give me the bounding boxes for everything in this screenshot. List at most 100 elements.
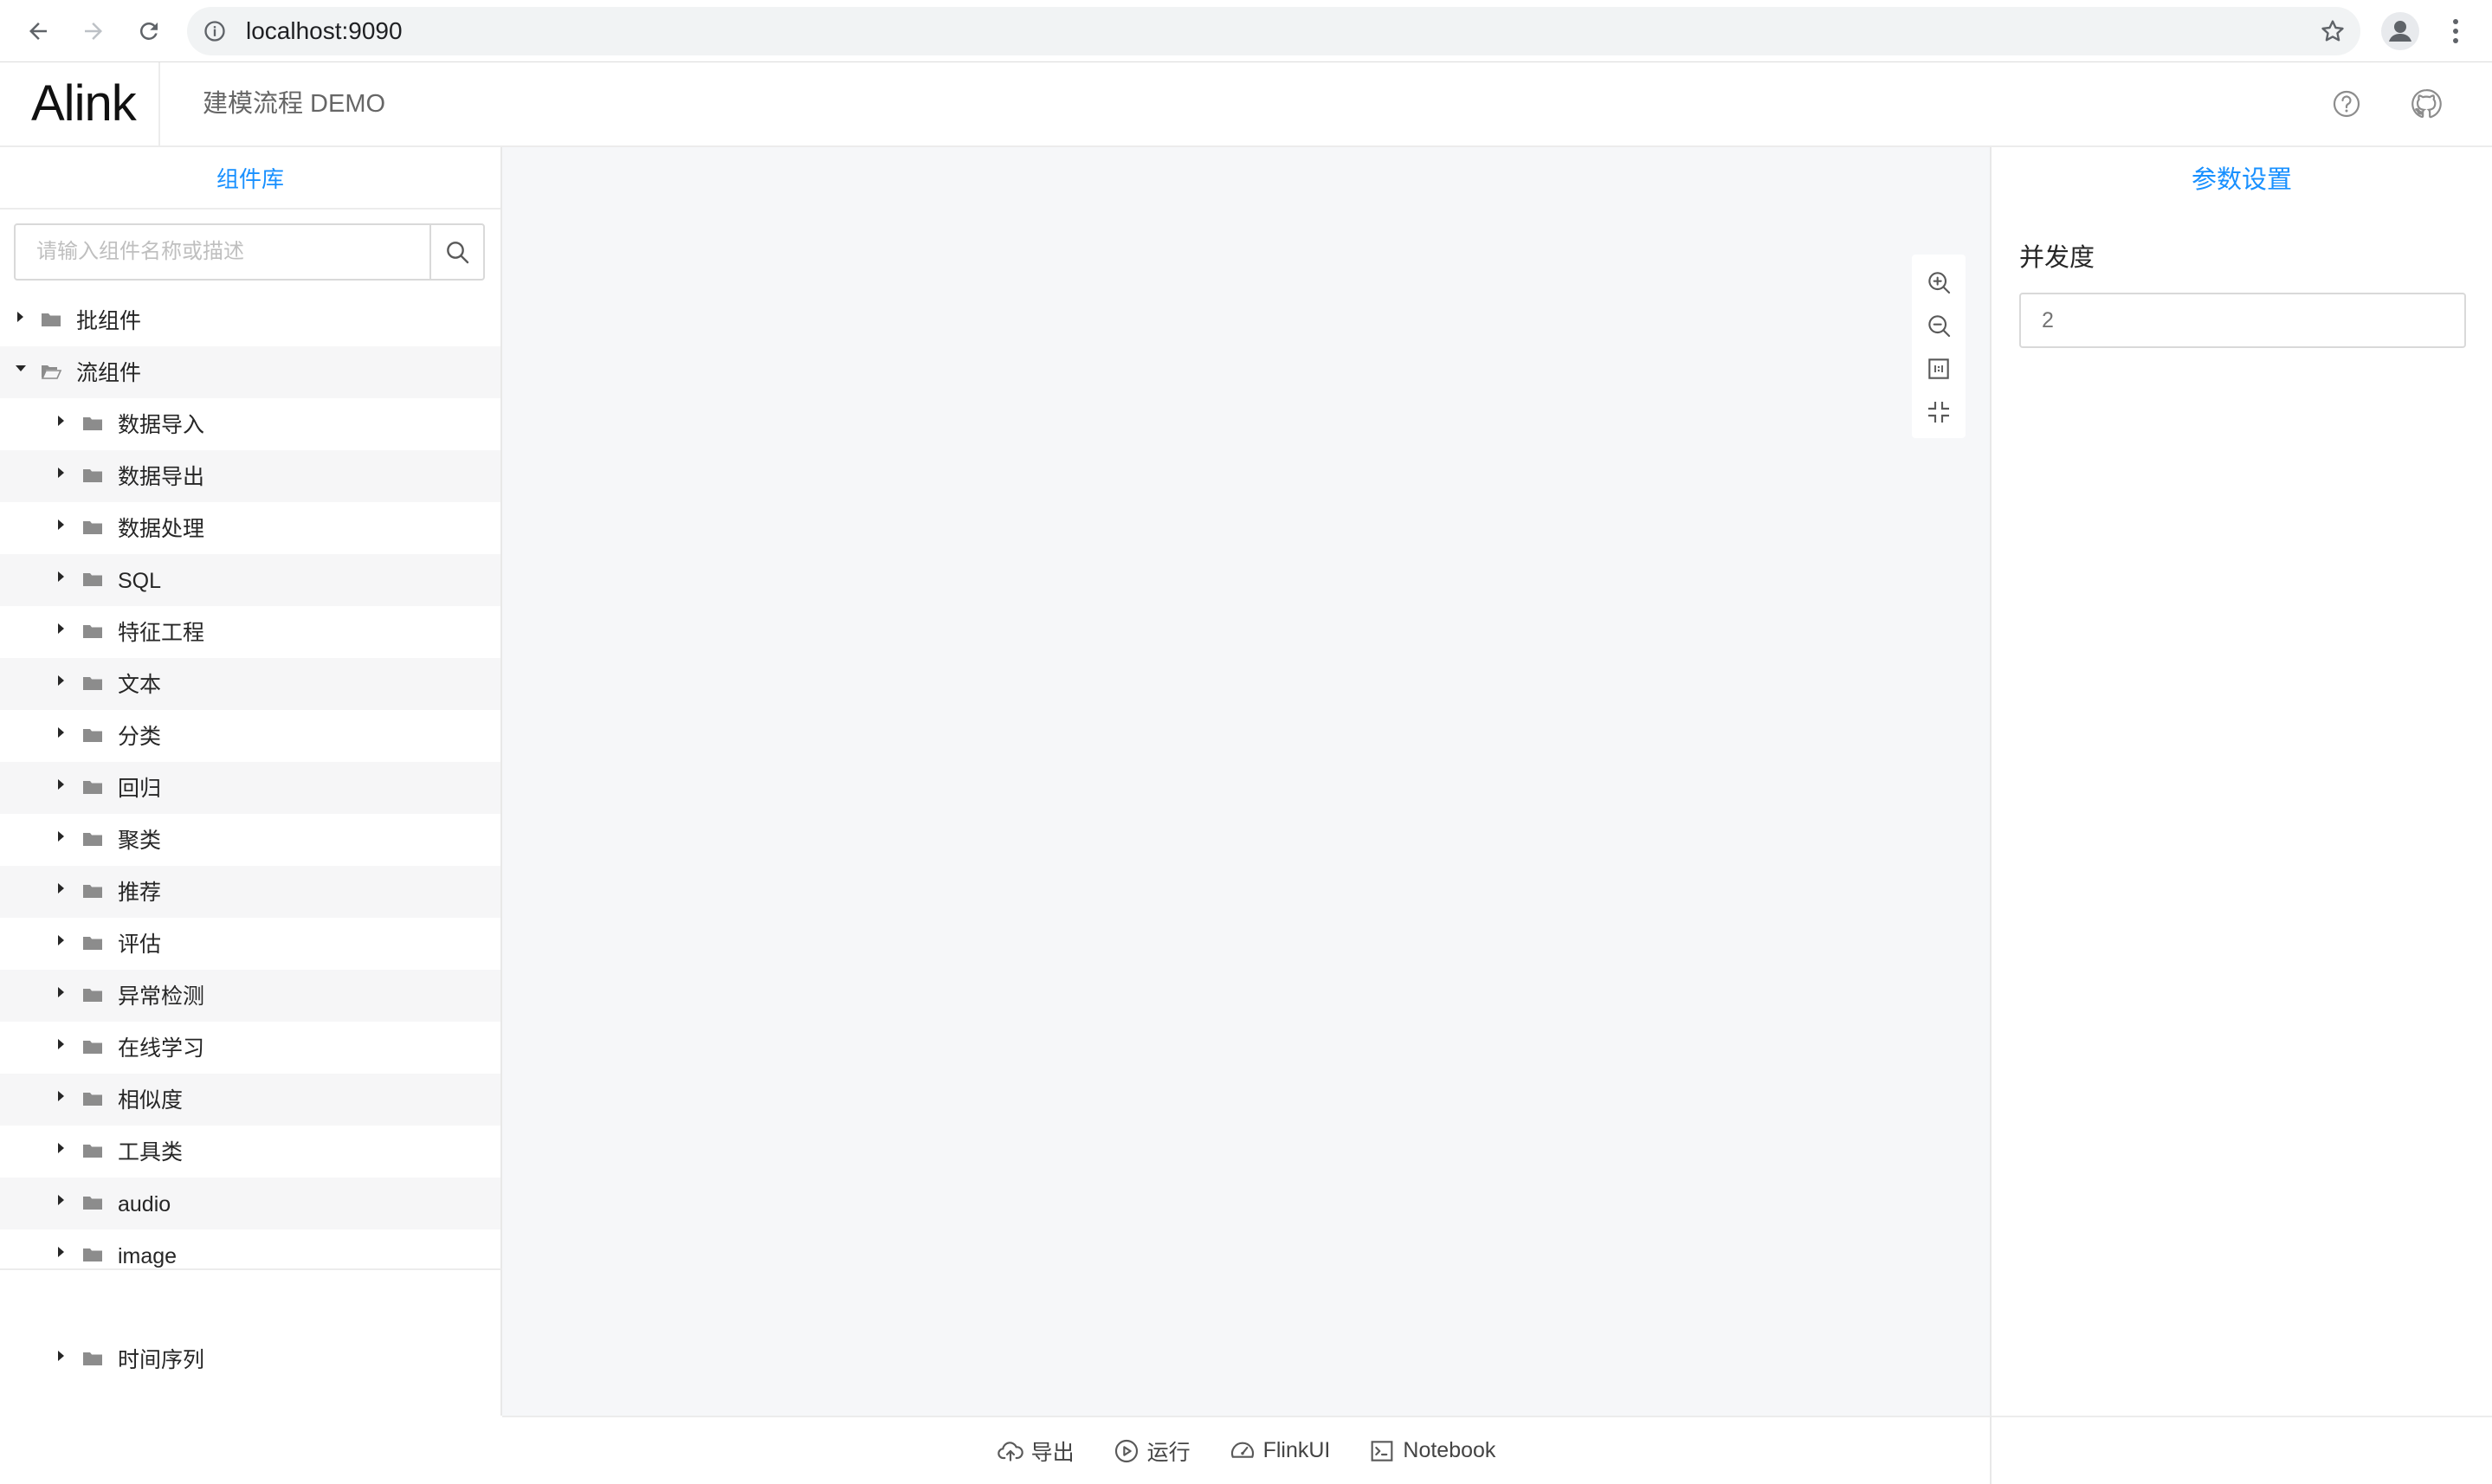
notebook-button[interactable]: Notebook [1368, 1437, 1495, 1465]
github-icon[interactable] [2409, 87, 2444, 121]
component-library-panel: 组件库 批组件流组件数据导入数据导出数据处理 SQL 特征工程文本分类回归聚类推荐评… [0, 147, 502, 1416]
bookmark-star-icon[interactable] [2319, 17, 2347, 45]
tree-item-label: 相似度 [118, 1088, 184, 1113]
zoom-in-icon [1928, 272, 1951, 294]
caret-right-icon[interactable] [55, 1245, 68, 1259]
search-button[interactable] [429, 225, 483, 279]
folder-icon [42, 313, 61, 326]
tree-item[interactable]: SQL [0, 554, 500, 606]
tree-item-label: 评估 [118, 932, 162, 957]
bottom-toolbar: 导出 运行 FlinkUI Notebook [502, 1416, 1992, 1484]
play-circle-icon [1114, 1439, 1138, 1462]
tree-item[interactable]: 在线学习 [0, 1022, 500, 1074]
tree-item[interactable]: 时间序列 [0, 1333, 500, 1385]
export-button[interactable]: 导出 [997, 1436, 1075, 1467]
tree-item[interactable]: 数据导出 [0, 450, 500, 502]
browser-toolbar: localhost:9090 [0, 0, 2492, 62]
left-footer [0, 1268, 502, 1337]
tree-item[interactable]: 工具类 [0, 1126, 500, 1178]
address-bar[interactable]: localhost:9090 [187, 7, 2360, 55]
caret-right-icon[interactable] [55, 674, 68, 687]
zoom-out-icon [1928, 315, 1951, 338]
parallelism-label: 并发度 [2019, 244, 2095, 272]
help-icon[interactable] [2329, 87, 2364, 121]
parameter-settings-panel: 参数设置 并发度 [1992, 147, 2492, 1484]
tree-item[interactable]: 数据导入 [0, 398, 500, 450]
fit-view-icon [1928, 402, 1949, 423]
folder-open-icon [41, 365, 62, 379]
profile-avatar-icon[interactable] [2381, 12, 2419, 50]
tree-item-label: 数据导入 [118, 413, 205, 437]
tree-item[interactable]: 相似度 [0, 1074, 500, 1126]
actual-size-button[interactable] [1923, 353, 1954, 384]
tree-item[interactable]: 数据处理 [0, 502, 500, 554]
tree-item[interactable]: 流组件 [0, 346, 500, 398]
caret-right-icon[interactable] [55, 466, 68, 480]
flinkui-button[interactable]: FlinkUI [1229, 1437, 1330, 1465]
tree-item[interactable]: 文本 [0, 658, 500, 710]
caret-right-icon[interactable] [55, 881, 68, 895]
folder-icon [83, 417, 102, 430]
caret-down-icon[interactable] [14, 362, 28, 376]
right-footer [1992, 1416, 2492, 1484]
fit-view-button[interactable] [1923, 397, 1954, 428]
tree-item-label: audio [118, 1192, 171, 1216]
url-text[interactable]: localhost:9090 [246, 19, 403, 43]
caret-right-icon[interactable] [55, 414, 68, 428]
tree-item[interactable]: 批组件 [0, 294, 500, 346]
app-logo[interactable]: Alink [31, 78, 137, 130]
caret-right-icon[interactable] [55, 1349, 68, 1363]
component-library-title[interactable]: 组件库 [0, 147, 500, 210]
zoom-out-button[interactable] [1923, 310, 1954, 341]
tree-item-label: 数据处理 [118, 517, 205, 541]
tree-item[interactable]: 推荐 [0, 866, 500, 918]
folder-icon [83, 1145, 102, 1158]
parameter-settings-title[interactable]: 参数设置 [1992, 163, 2492, 197]
tree-item[interactable]: audio [0, 1178, 500, 1229]
forward-button[interactable] [73, 10, 114, 52]
tree-item-label: 特征工程 [118, 621, 205, 645]
folder-icon [83, 885, 102, 898]
caret-right-icon[interactable] [55, 726, 68, 739]
caret-right-icon[interactable] [55, 777, 68, 791]
zoom-in-button[interactable] [1923, 267, 1954, 298]
caret-right-icon[interactable] [55, 1037, 68, 1051]
folder-icon [83, 781, 102, 794]
run-label: 运行 [1146, 1440, 1191, 1465]
folder-icon [83, 677, 102, 690]
browser-menu-icon[interactable] [2442, 16, 2469, 47]
caret-right-icon[interactable] [55, 933, 68, 947]
caret-right-icon[interactable] [55, 1193, 68, 1207]
caret-right-icon[interactable] [55, 518, 68, 532]
run-button[interactable]: 运行 [1113, 1436, 1191, 1467]
caret-right-icon[interactable] [55, 985, 68, 999]
back-button[interactable] [17, 10, 59, 52]
component-search-input[interactable] [16, 225, 429, 279]
folder-icon [83, 469, 102, 482]
tree-item-label: 推荐 [118, 881, 162, 905]
tree-item[interactable]: 特征工程 [0, 606, 500, 658]
caret-right-icon[interactable] [55, 1141, 68, 1155]
actual-size-icon [1928, 358, 1949, 379]
zoom-toolbar [1912, 255, 1966, 438]
workflow-canvas[interactable] [502, 147, 1992, 1416]
caret-right-icon[interactable] [55, 570, 68, 584]
folder-icon [83, 1352, 102, 1365]
notebook-label: Notebook [1403, 1438, 1496, 1462]
caret-right-icon[interactable] [55, 622, 68, 636]
tree-item[interactable]: 聚类 [0, 814, 500, 866]
site-info-icon[interactable] [203, 19, 227, 43]
caret-right-icon[interactable] [55, 1089, 68, 1103]
folder-icon [83, 573, 102, 586]
tree-item-label: 工具类 [118, 1140, 184, 1165]
app-header: Alink 建模流程 DEMO [0, 62, 2492, 147]
tree-item[interactable]: 分类 [0, 710, 500, 762]
tree-item[interactable]: 回归 [0, 762, 500, 814]
tree-item[interactable]: 评估 [0, 918, 500, 970]
reload-button[interactable] [128, 10, 170, 52]
tree-item-label: 流组件 [76, 361, 142, 385]
tree-item[interactable]: 异常检测 [0, 970, 500, 1022]
parallelism-input[interactable] [2019, 293, 2466, 348]
caret-right-icon[interactable] [55, 829, 68, 843]
caret-right-icon[interactable] [14, 310, 28, 324]
